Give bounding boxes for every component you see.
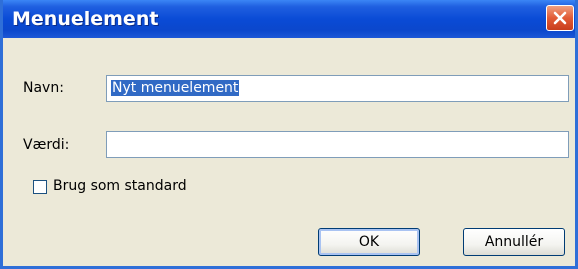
cancel-button[interactable]: Annullér (463, 228, 565, 256)
title-bar[interactable]: Menuelement (3, 0, 575, 38)
default-checkbox[interactable] (33, 180, 47, 194)
dialog-title: Menuelement (12, 8, 159, 30)
ok-button-label: OK (358, 234, 380, 250)
dialog-window: Menuelement Navn: Nyt menuelement Værdi:… (0, 0, 578, 269)
value-label: Værdi: (23, 137, 70, 153)
name-field-value: Nyt menuelement (111, 80, 240, 96)
cancel-button-label: Annullér (484, 234, 544, 250)
default-checkbox-label[interactable]: Brug som standard (53, 178, 187, 194)
ok-button[interactable]: OK (318, 228, 420, 256)
value-field[interactable] (106, 131, 569, 158)
close-button[interactable] (546, 5, 574, 31)
name-field[interactable]: Nyt menuelement (106, 75, 569, 102)
close-icon (552, 10, 568, 26)
name-label: Navn: (23, 80, 64, 96)
